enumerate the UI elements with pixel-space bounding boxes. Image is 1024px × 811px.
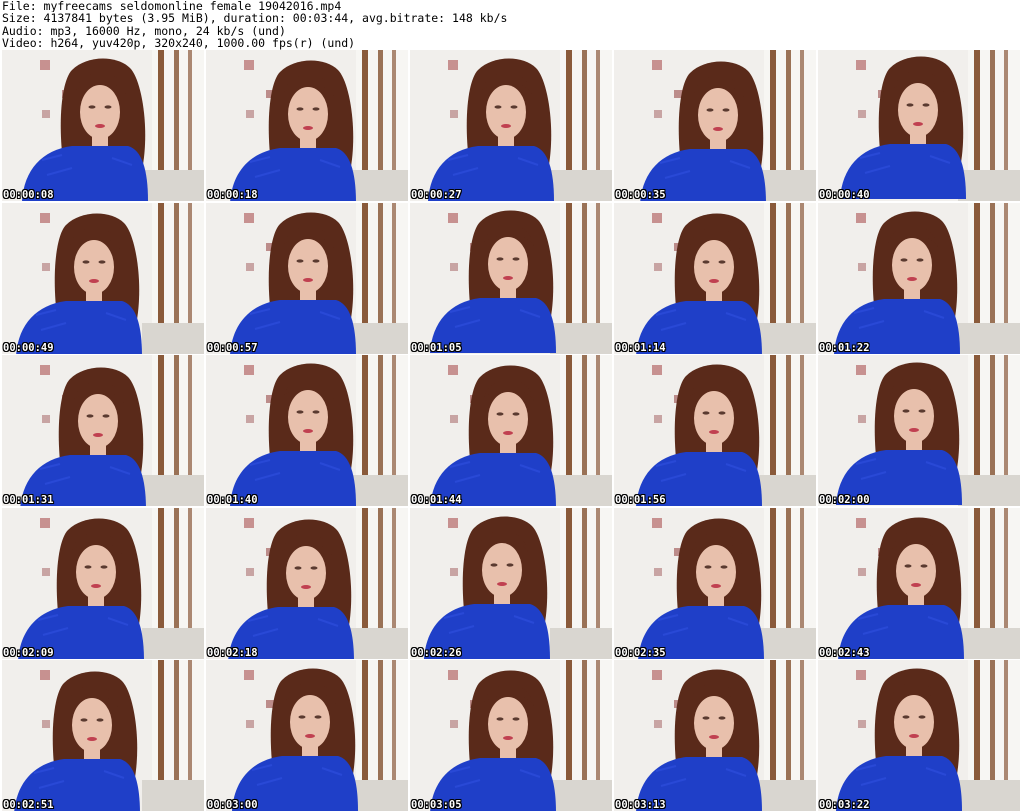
frame-image: [614, 355, 816, 506]
frame-timestamp: 00:02:35: [615, 646, 666, 659]
frame-image: [206, 660, 408, 811]
frame-timestamp: 00:02:43: [819, 646, 870, 659]
frame-image: [818, 355, 1020, 506]
thumbnail-frame: 00:02:35: [614, 507, 816, 659]
frame-timestamp: 00:00:08: [3, 189, 54, 201]
frame-image: [410, 507, 612, 659]
thumbnail-frame: 00:03:05: [410, 660, 612, 811]
thumbnail-frame: 00:01:56: [614, 355, 816, 506]
frame-timestamp: 00:00:57: [207, 341, 258, 354]
frame-timestamp: 00:02:09: [3, 646, 54, 659]
thumbnail-frame: 00:03:13: [614, 660, 816, 811]
thumbnail-frame: 00:00:35: [614, 50, 816, 201]
thumbnail-frame: 00:03:22: [818, 660, 1020, 811]
frame-image: [2, 50, 204, 201]
frame-image: [2, 202, 204, 354]
thumbnail-frame: 00:00:57: [206, 202, 408, 354]
file-name-line: File: myfreecams_seldomonline_female_190…: [2, 0, 342, 13]
frame-timestamp: 00:01:14: [615, 341, 666, 354]
frame-timestamp: 00:02:00: [819, 494, 870, 506]
frame-image: [410, 50, 612, 201]
frame-image: [206, 202, 408, 354]
thumbnail-frame: 00:01:05: [410, 202, 612, 354]
frame-timestamp: 00:03:00: [207, 799, 258, 811]
thumbnail-frame: 00:03:00: [206, 660, 408, 811]
frame-image: [614, 202, 816, 354]
frame-image: [614, 660, 816, 811]
thumbnail-frame: 00:01:31: [2, 355, 204, 506]
frame-image: [206, 50, 408, 201]
thumbnail-frame: 00:02:18: [206, 507, 408, 659]
file-size-line: Size: 4137841 bytes (3.95 MiB), duration…: [2, 12, 508, 25]
frame-timestamp: 00:01:31: [3, 494, 54, 506]
frame-timestamp: 00:01:22: [819, 341, 870, 354]
thumbnail-frame: 00:00:27: [410, 50, 612, 201]
frame-timestamp: 00:02:26: [411, 646, 462, 659]
frame-timestamp: 00:01:05: [411, 341, 462, 354]
thumbnail-frame: 00:02:09: [2, 507, 204, 659]
frame-image: [818, 507, 1020, 659]
thumbnail-frame: 00:01:22: [818, 202, 1020, 354]
frame-image: [206, 507, 408, 659]
thumbnail-grid: 00:00:08 00:00:18 00:00:27 00:00:35 00:0…: [2, 50, 1024, 811]
frame-timestamp: 00:01:56: [615, 494, 666, 506]
frame-image: [2, 355, 204, 506]
frame-timestamp: 00:00:49: [3, 341, 54, 354]
thumbnail-frame: 00:00:40: [818, 50, 1020, 201]
thumbnail-frame: 00:00:18: [206, 50, 408, 201]
frame-timestamp: 00:03:05: [411, 799, 462, 811]
video-info-header: File: myfreecams_seldomonline_female_190…: [2, 0, 1022, 50]
thumbnail-frame: 00:02:51: [2, 660, 204, 811]
frame-timestamp: 00:00:35: [615, 189, 666, 201]
video-info-line: Video: h264, yuv420p, 320x240, 1000.00 f…: [2, 37, 356, 50]
frame-image: [410, 660, 612, 811]
frame-timestamp: 00:00:40: [819, 189, 870, 201]
frame-image: [818, 660, 1020, 811]
frame-image: [818, 50, 1020, 201]
thumbnail-frame: 00:00:08: [2, 50, 204, 201]
frame-image: [410, 355, 612, 506]
thumbnail-frame: 00:00:49: [2, 202, 204, 354]
thumbnail-frame: 00:01:40: [206, 355, 408, 506]
frame-image: [2, 660, 204, 811]
frame-image: [2, 507, 204, 659]
frame-image: [206, 355, 408, 506]
frame-timestamp: 00:01:44: [411, 494, 462, 506]
thumbnail-frame: 00:01:44: [410, 355, 612, 506]
frame-image: [410, 202, 612, 354]
thumbnail-frame: 00:02:26: [410, 507, 612, 659]
frame-image: [614, 507, 816, 659]
frame-timestamp: 00:03:22: [819, 799, 870, 811]
audio-info-line: Audio: mp3, 16000 Hz, mono, 24 kb/s (und…: [2, 24, 286, 38]
frame-timestamp: 00:02:18: [207, 646, 258, 659]
frame-timestamp: 00:00:18: [207, 189, 258, 201]
frame-timestamp: 00:00:27: [411, 189, 462, 201]
frame-image: [818, 202, 1020, 354]
frame-timestamp: 00:02:51: [3, 799, 54, 811]
frame-image: [614, 50, 816, 201]
thumbnail-frame: 00:02:00: [818, 355, 1020, 506]
thumbnail-frame: 00:02:43: [818, 507, 1020, 659]
thumbnail-frame: 00:01:14: [614, 202, 816, 354]
frame-timestamp: 00:03:13: [615, 799, 666, 811]
frame-timestamp: 00:01:40: [207, 494, 258, 506]
